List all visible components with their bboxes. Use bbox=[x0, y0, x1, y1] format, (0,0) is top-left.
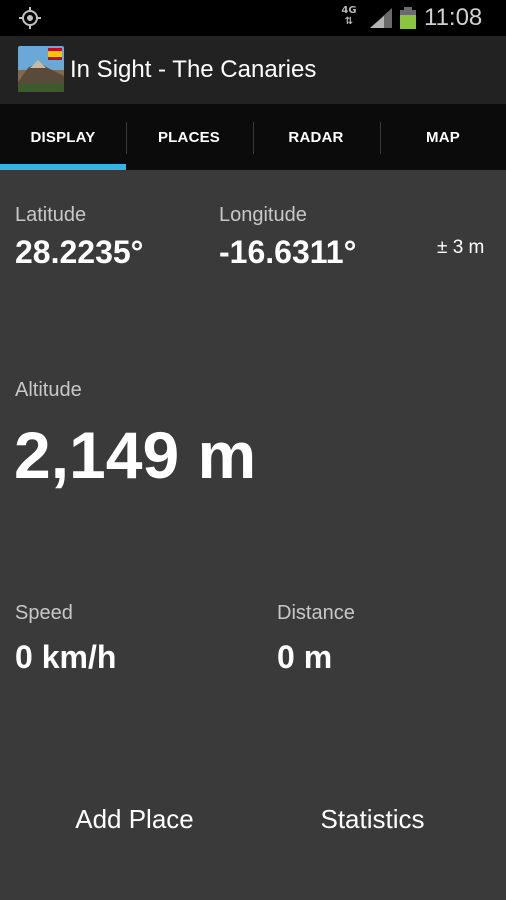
add-place-button[interactable]: Add Place bbox=[8, 790, 261, 848]
distance-label: Distance bbox=[277, 602, 355, 624]
tab-radar[interactable]: RADAR bbox=[253, 104, 379, 170]
network-type-label: 4G bbox=[341, 5, 357, 16]
tab-places-label: PLACES bbox=[157, 128, 221, 146]
network-type-indicator: 4G ⇅ bbox=[338, 5, 360, 31]
tab-display[interactable]: DISPLAY bbox=[0, 104, 126, 170]
app-title: In Sight - The Canaries bbox=[70, 56, 317, 83]
altitude-value: 2,149 m bbox=[14, 418, 257, 492]
longitude-value: -16.6311° bbox=[219, 234, 357, 270]
latitude-label: Latitude bbox=[15, 204, 87, 226]
speed-value: 0 km/h bbox=[15, 639, 117, 675]
tab-bar: DISPLAY PLACES RADAR MAP bbox=[0, 104, 506, 170]
signal-strength-icon bbox=[370, 8, 392, 28]
selected-tab-indicator bbox=[0, 164, 126, 170]
accuracy-value: ± 3 m bbox=[437, 237, 485, 258]
speed-label: Speed bbox=[15, 602, 73, 624]
tab-map[interactable]: MAP bbox=[380, 104, 506, 170]
tab-display-label: DISPLAY bbox=[30, 128, 96, 146]
tab-radar-label: RADAR bbox=[288, 128, 344, 146]
app-landscape-flag-icon[interactable] bbox=[18, 46, 64, 92]
tab-places[interactable]: PLACES bbox=[126, 104, 252, 170]
latitude-value: 28.2235° bbox=[15, 234, 144, 270]
tab-map-label: MAP bbox=[426, 128, 460, 146]
status-bar: 4G ⇅ 11:08 bbox=[0, 0, 506, 36]
battery-icon bbox=[400, 7, 416, 29]
longitude-label: Longitude bbox=[219, 204, 307, 226]
action-bar: In Sight - The Canaries bbox=[0, 36, 506, 104]
altitude-label: Altitude bbox=[15, 379, 82, 401]
distance-value: 0 m bbox=[277, 639, 333, 675]
statistics-button[interactable]: Statistics bbox=[246, 790, 499, 848]
data-arrows-icon: ⇅ bbox=[344, 16, 354, 27]
clock: 11:08 bbox=[424, 4, 483, 31]
gps-crosshair-icon bbox=[19, 7, 41, 29]
